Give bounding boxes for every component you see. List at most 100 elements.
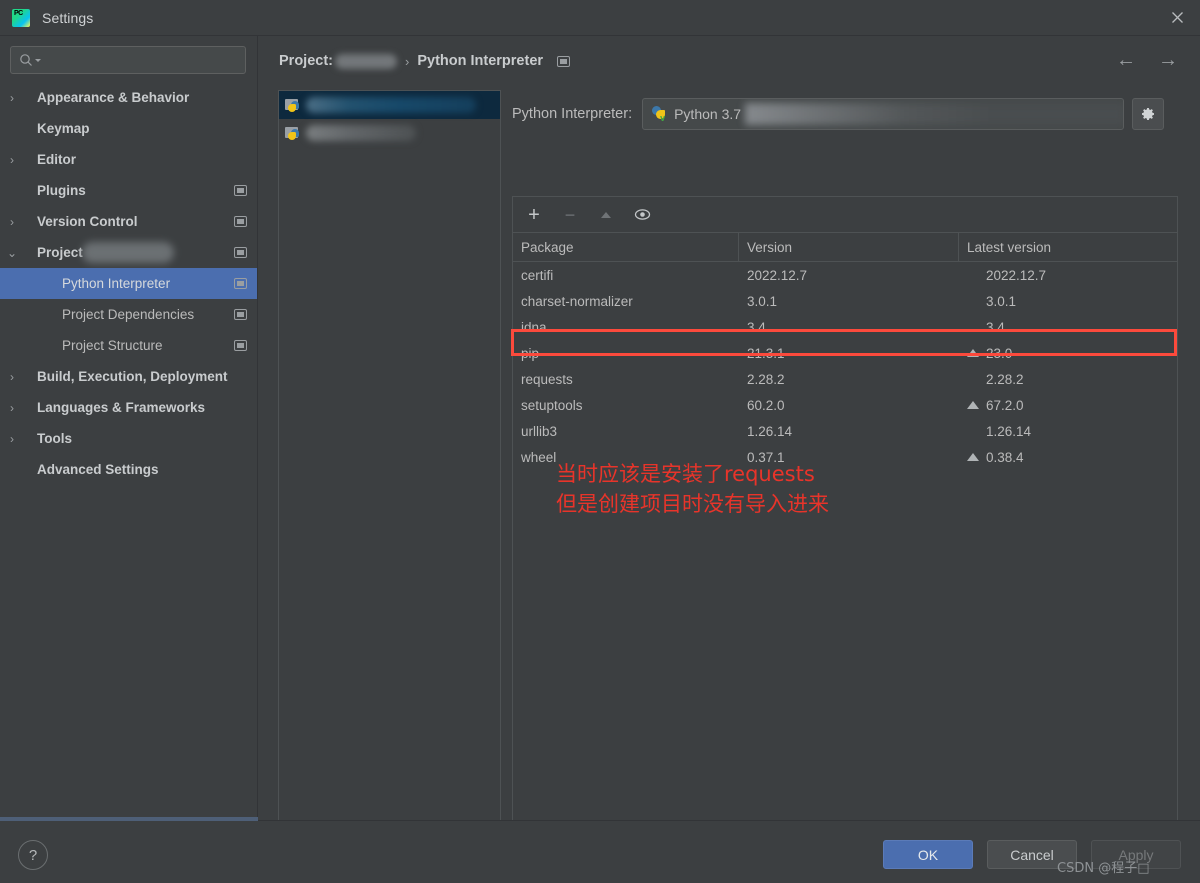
table-row[interactable]: requests 2.28.2 2.28.2 (513, 366, 1177, 392)
gear-icon[interactable] (1132, 98, 1165, 130)
cell-version: 3.4 (747, 319, 766, 335)
settings-content-pane: Project: › Python Interpreter ← → Python… (259, 36, 1200, 839)
arrow-right-icon[interactable]: → (1154, 48, 1182, 72)
project-scope-badge-icon (234, 340, 247, 351)
project-name-redacted (306, 97, 476, 113)
watermark: CSDN @程子□ (1057, 861, 1150, 876)
packages-table-body: certifi 2022.12.7 2022.12.7 charset-normali… (513, 262, 1177, 470)
interpreter-row: Python Interpreter: v Python 3.7 (512, 98, 1165, 130)
sidebar-item-project-dependencies[interactable]: Project Dependencies (0, 299, 257, 330)
sidebar-item-python-interpreter[interactable]: Python Interpreter (0, 268, 257, 299)
sidebar-item-label: Keymap (37, 121, 90, 136)
project-scope-badge-icon (234, 309, 247, 320)
pycharm-logo-icon (12, 8, 30, 27)
latest-version-text: 2022.12.7 (986, 267, 1047, 283)
list-item[interactable] (279, 91, 500, 119)
help-icon[interactable]: ? (18, 840, 48, 870)
arrow-left-icon[interactable]: ← (1112, 48, 1140, 72)
sidebar-item-project[interactable]: ⌄ Project (0, 237, 257, 268)
cell-version: 1.26.14 (747, 423, 793, 439)
sidebar-item-keymap[interactable]: Keymap (0, 113, 257, 144)
list-item[interactable] (279, 119, 500, 147)
sidebar-item-plugins[interactable]: Plugins (0, 175, 257, 206)
cell-package: requests (521, 371, 573, 387)
upgrade-available-icon (967, 349, 980, 357)
cell-version: 2022.12.7 (747, 267, 808, 283)
breadcrumb-separator: › (405, 53, 410, 69)
latest-version-text: 3.4 (986, 319, 1005, 335)
sidebar-item-label: Advanced Settings (37, 462, 159, 477)
project-scope-badge-icon (234, 216, 247, 227)
cell-latest-version: 3.4 (959, 320, 1177, 335)
cell-latest-version: 67.2.0 (959, 398, 1177, 413)
project-scope-badge-icon (234, 247, 247, 258)
footer-accent-bar (0, 817, 258, 821)
sidebar-item-label: Tools (37, 431, 72, 446)
sidebar-item-languages-frameworks[interactable]: › Languages & Frameworks (0, 392, 257, 423)
latest-version-text: 3.0.1 (986, 293, 1017, 309)
interpreter-select[interactable]: v Python 3.7 (642, 98, 1125, 130)
sidebar-item-appearance-behavior[interactable]: › Appearance & Behavior (0, 82, 257, 113)
cell-latest-version: 23.0 (959, 346, 1177, 361)
chevron-right-icon[interactable]: › (0, 153, 24, 167)
table-row[interactable]: pip 21.3.1 23.0 (513, 340, 1177, 366)
latest-version-text: 1.26.14 (986, 423, 1032, 439)
breadcrumb: Project: › Python Interpreter (279, 53, 571, 69)
sidebar-item-tools[interactable]: › Tools (0, 423, 257, 454)
chevron-right-icon[interactable]: › (0, 401, 24, 415)
chevron-right-icon[interactable]: › (0, 370, 24, 384)
plus-icon[interactable]: + (525, 205, 543, 225)
cell-latest-version: 1.26.14 (959, 424, 1177, 439)
project-scope-badge-icon (234, 278, 247, 289)
python-env-icon (285, 97, 302, 113)
breadcrumb-root[interactable]: Project: (279, 53, 333, 69)
python-env-icon (285, 125, 302, 141)
chevron-right-icon[interactable]: › (0, 215, 24, 229)
project-scope-badge-icon (234, 185, 247, 196)
sidebar-item-build-execution-deployment[interactable]: › Build, Execution, Deployment (0, 361, 257, 392)
sidebar-item-label: Appearance & Behavior (37, 90, 190, 105)
table-row[interactable]: idna 3.4 3.4 (513, 314, 1177, 340)
window-title: Settings (42, 9, 94, 26)
project-scope-badge-icon (557, 55, 571, 67)
annotation-line-2: 但是创建项目时没有导入进来 (556, 492, 829, 516)
sidebar-item-label: Project Structure (62, 338, 163, 353)
cell-version: 3.0.1 (747, 293, 778, 309)
column-header-version[interactable]: Version (739, 233, 959, 261)
chevron-down-icon[interactable]: ⌄ (0, 246, 24, 260)
sidebar-item-advanced-settings[interactable]: Advanced Settings (0, 454, 257, 485)
sidebar-item-label: Editor (37, 152, 76, 167)
cell-package: certifi (521, 267, 554, 283)
search-input[interactable] (10, 46, 246, 74)
sidebar-item-label: Project (37, 245, 83, 260)
sidebar-item-label: Plugins (37, 183, 86, 198)
column-header-latest-version[interactable]: Latest version (959, 233, 1177, 261)
close-icon[interactable] (1154, 0, 1200, 35)
annotation-line-1: 当时应该是安装了requests (556, 462, 815, 486)
cell-latest-version: 2022.12.7 (959, 268, 1177, 283)
python-venv-icon: v (651, 105, 669, 123)
page-title: Python Interpreter (417, 53, 544, 69)
column-header-package[interactable]: Package (513, 233, 739, 261)
project-name-redacted (306, 125, 416, 141)
ok-button[interactable]: OK (883, 840, 973, 869)
cell-latest-version: 2.28.2 (959, 372, 1177, 387)
table-row[interactable]: certifi 2022.12.7 2022.12.7 (513, 262, 1177, 288)
sidebar-item-version-control[interactable]: › Version Control (0, 206, 257, 237)
sidebar-item-label: Languages & Frameworks (37, 400, 206, 415)
cell-latest-version: 0.38.4 (959, 450, 1177, 465)
search-icon (19, 53, 42, 67)
chevron-right-icon[interactable]: › (0, 91, 24, 105)
sidebar-item-editor[interactable]: › Editor (0, 144, 257, 175)
breadcrumb-project-name-redacted (335, 53, 397, 69)
project-list-panel[interactable] (278, 90, 501, 839)
upgrade-available-icon (967, 453, 980, 461)
sidebar-item-project-structure[interactable]: Project Structure (0, 330, 257, 361)
eye-icon[interactable] (633, 206, 651, 224)
chevron-right-icon[interactable]: › (0, 432, 24, 446)
table-row[interactable]: setuptools 60.2.0 67.2.0 (513, 392, 1177, 418)
table-row[interactable]: urllib3 1.26.14 1.26.14 (513, 418, 1177, 444)
search-field[interactable] (47, 50, 237, 70)
cell-version: 60.2.0 (747, 397, 785, 413)
table-row[interactable]: charset-normalizer 3.0.1 3.0.1 (513, 288, 1177, 314)
